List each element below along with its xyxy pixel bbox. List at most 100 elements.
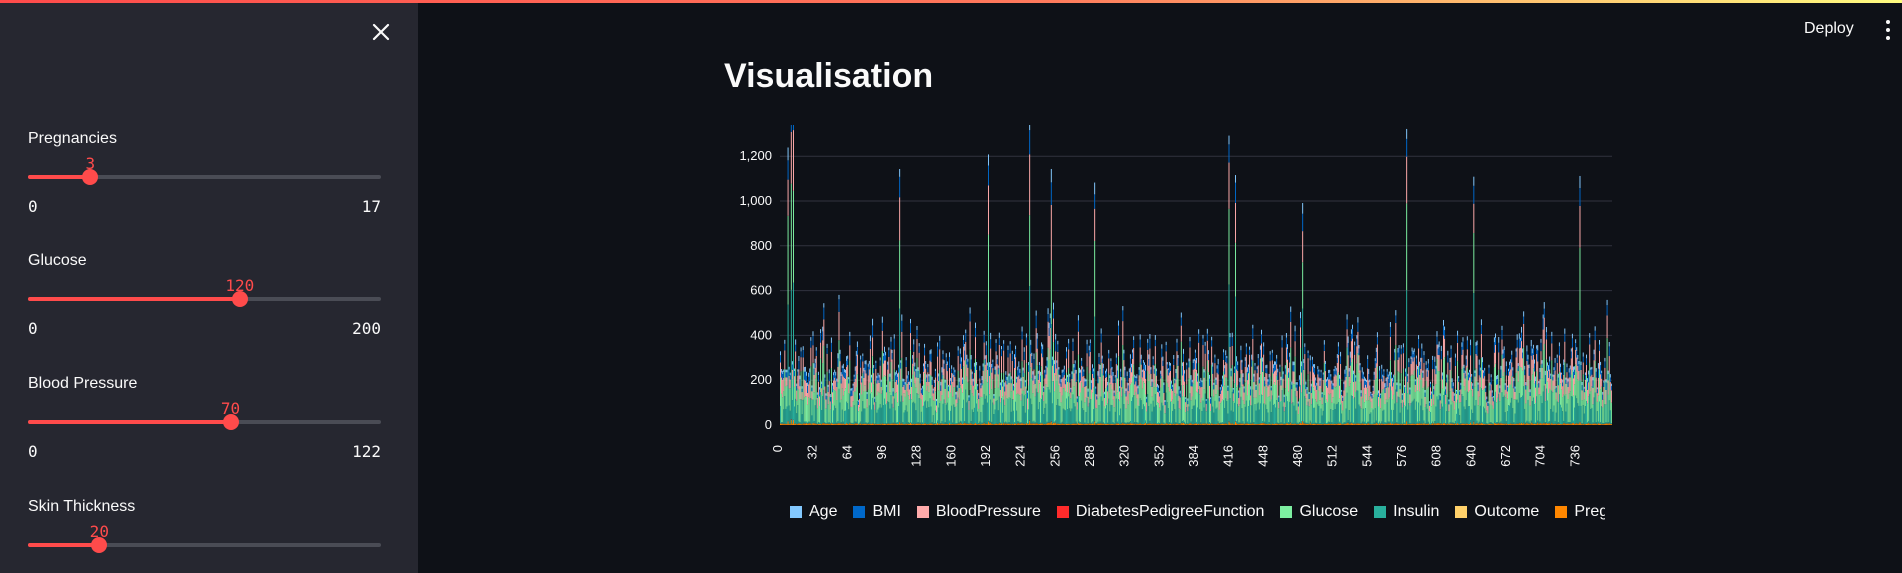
bar-segment bbox=[1200, 381, 1202, 388]
bar-segment bbox=[872, 337, 874, 357]
bar-segment bbox=[1353, 370, 1355, 375]
bar-segment bbox=[1136, 374, 1138, 379]
bar-segment bbox=[911, 399, 913, 423]
bar-segment bbox=[982, 370, 984, 384]
bar-segment bbox=[796, 390, 798, 401]
bar-segment bbox=[1217, 374, 1219, 390]
bar-segment bbox=[859, 393, 861, 396]
bar-segment bbox=[950, 392, 952, 411]
bar-segment bbox=[1282, 424, 1284, 425]
bar-segment bbox=[1140, 378, 1142, 401]
close-sidebar-button[interactable] bbox=[368, 19, 394, 45]
bar-segment bbox=[959, 353, 961, 364]
x-tick-label: 128 bbox=[909, 445, 924, 467]
bar-segment bbox=[1153, 406, 1155, 424]
bar-segment bbox=[1372, 390, 1374, 398]
bar-segment bbox=[1347, 376, 1349, 421]
bar-segment bbox=[1326, 423, 1327, 425]
bar-segment bbox=[1291, 422, 1293, 424]
bar-segment bbox=[972, 378, 974, 382]
bar-segment bbox=[871, 382, 872, 393]
bar-segment bbox=[1376, 394, 1378, 424]
bar-segment bbox=[966, 376, 968, 403]
bar-segment bbox=[943, 368, 945, 379]
slider-thumb[interactable] bbox=[82, 169, 99, 185]
bar-segment bbox=[960, 361, 962, 369]
bar-segment bbox=[1278, 423, 1280, 425]
bar-segment bbox=[1058, 385, 1060, 406]
bar-segment bbox=[907, 371, 909, 375]
bar-segment bbox=[984, 358, 986, 365]
bar-segment bbox=[1084, 378, 1086, 382]
bar-segment bbox=[1048, 322, 1050, 329]
bar-segment bbox=[854, 378, 856, 392]
bar-segment bbox=[917, 367, 919, 371]
bar-segment bbox=[780, 351, 781, 356]
main-menu-button[interactable] bbox=[1884, 20, 1892, 42]
bar-segment bbox=[1134, 423, 1136, 425]
bar-segment bbox=[1116, 378, 1118, 393]
bar-segment bbox=[891, 403, 893, 424]
deploy-button[interactable]: Deploy bbox=[1804, 20, 1854, 38]
bar-segment bbox=[890, 336, 892, 342]
bar-segment bbox=[936, 398, 937, 402]
bar-segment bbox=[878, 392, 880, 408]
slider-track[interactable] bbox=[28, 291, 381, 307]
bar-segment bbox=[1435, 374, 1437, 385]
bar-segment bbox=[1331, 423, 1333, 425]
bar-segment bbox=[1197, 392, 1199, 408]
bar-segment bbox=[1387, 387, 1389, 400]
slider-track[interactable] bbox=[28, 537, 381, 553]
bar-segment bbox=[1296, 424, 1298, 425]
bar-segment bbox=[1319, 380, 1321, 386]
bar-segment bbox=[826, 396, 828, 424]
bar-segment bbox=[1438, 341, 1440, 348]
bar-segment bbox=[1344, 373, 1346, 381]
bar-segment bbox=[894, 372, 896, 376]
bar-segment bbox=[1315, 385, 1317, 400]
bar-segment bbox=[1172, 424, 1174, 425]
bar-segment bbox=[1254, 404, 1256, 425]
bar-segment bbox=[1396, 423, 1398, 425]
bar-segment bbox=[1198, 342, 1200, 363]
bar-segment bbox=[918, 352, 920, 370]
bar-segment bbox=[1110, 358, 1112, 362]
bar-segment bbox=[794, 386, 796, 407]
bar-segment bbox=[862, 353, 864, 357]
bar-segment bbox=[1106, 424, 1108, 425]
bar-segment bbox=[1315, 377, 1317, 381]
bar-segment bbox=[1020, 422, 1022, 424]
bar-segment bbox=[1428, 401, 1430, 403]
bar-segment bbox=[927, 372, 929, 386]
bar-segment bbox=[832, 403, 833, 423]
bar-segment bbox=[1441, 375, 1443, 380]
bar-segment bbox=[890, 349, 892, 362]
bar-segment bbox=[983, 330, 985, 335]
bar-segment bbox=[1237, 370, 1239, 386]
slider-thumb[interactable] bbox=[231, 291, 248, 307]
bar-segment bbox=[1111, 424, 1113, 425]
bar-segment bbox=[908, 384, 910, 390]
bar-segment bbox=[824, 399, 826, 422]
bar-segment bbox=[872, 356, 874, 398]
slider-track[interactable] bbox=[28, 414, 381, 430]
bar-segment bbox=[1389, 326, 1391, 337]
slider-track[interactable] bbox=[28, 169, 381, 185]
stacked-bar-chart[interactable]: 02004006008001,0001,2000 32 64 96 128 160 192 2… bbox=[700, 125, 1620, 495]
bar-segment bbox=[1077, 331, 1079, 355]
bar-segment bbox=[872, 423, 874, 425]
slider-thumb[interactable] bbox=[91, 537, 108, 553]
bar-segment bbox=[1021, 423, 1023, 425]
bar-segment bbox=[798, 389, 800, 422]
bar-segment bbox=[875, 380, 877, 403]
bar-segment bbox=[1277, 422, 1279, 424]
bar-segment bbox=[1401, 423, 1403, 425]
bar-segment bbox=[1124, 423, 1126, 425]
bar-segment bbox=[1427, 363, 1429, 371]
slider-thumb[interactable] bbox=[222, 414, 239, 430]
bar-segment bbox=[1283, 394, 1285, 398]
bar-segment bbox=[1102, 375, 1104, 393]
bar-segment bbox=[1064, 424, 1066, 425]
bar-segment bbox=[848, 424, 850, 425]
bar-segment bbox=[788, 424, 790, 425]
